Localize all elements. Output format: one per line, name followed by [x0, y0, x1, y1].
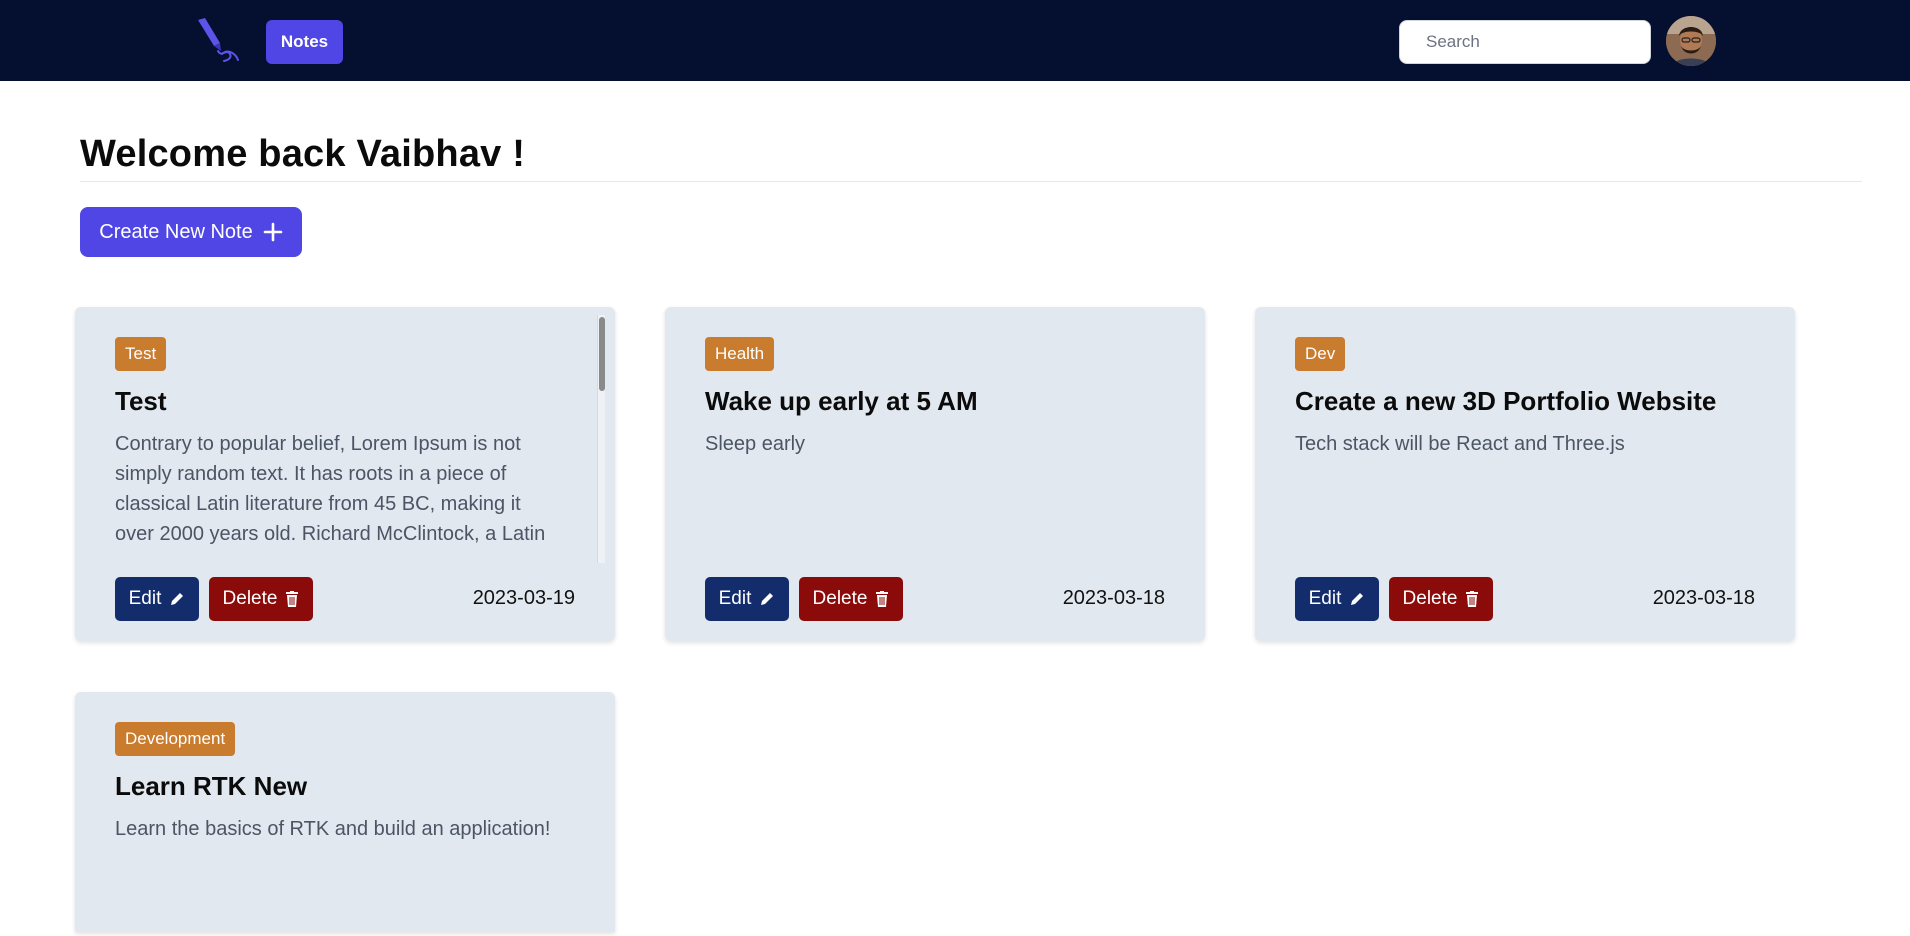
delete-label: Delete: [222, 588, 278, 609]
note-body: Learn the basics of RTK and build an app…: [115, 818, 551, 840]
delete-button[interactable]: Delete: [799, 577, 903, 621]
nav-notes-link[interactable]: Notes: [266, 20, 343, 64]
note-card: Development Learn RTK New Learn the basi…: [75, 692, 615, 932]
note-card: Health Wake up early at 5 AM Sleep early…: [665, 307, 1205, 641]
note-tag: Health: [705, 337, 775, 371]
trash-icon: [1465, 591, 1479, 607]
note-title: Create a new 3D Portfolio Website: [1295, 386, 1717, 416]
edit-label: Edit: [718, 588, 752, 609]
edit-button[interactable]: Edit: [115, 577, 199, 621]
edit-button[interactable]: Edit: [1295, 577, 1379, 621]
note-card: Dev Create a new 3D Portfolio Website Te…: [1255, 307, 1795, 641]
delete-button[interactable]: Delete: [209, 577, 313, 621]
divider: [80, 181, 1862, 182]
delete-label: Delete: [812, 588, 868, 609]
note-tag: Test: [115, 337, 167, 371]
pencil-icon: [1349, 591, 1365, 607]
scrollbar-thumb[interactable]: [599, 317, 605, 391]
edit-button[interactable]: Edit: [705, 577, 789, 621]
note-title: Learn RTK New: [115, 771, 308, 801]
pen-logo-icon[interactable]: [192, 18, 240, 64]
note-title: Wake up early at 5 AM: [705, 386, 978, 416]
edit-label: Edit: [1308, 588, 1342, 609]
plus-icon: [263, 222, 283, 242]
page-title: Welcome back Vaibhav !: [80, 133, 526, 175]
note-date: 2023-03-19: [472, 587, 575, 609]
navbar: Notes: [0, 0, 1910, 81]
search-input[interactable]: [1399, 20, 1651, 64]
note-body: Tech stack will be React and Three.js: [1295, 433, 1625, 455]
note-scrollbar[interactable]: [597, 315, 605, 563]
create-note-label: Create New Note: [99, 220, 253, 243]
pencil-icon: [759, 591, 775, 607]
trash-icon: [285, 591, 299, 607]
note-title: Test: [115, 386, 167, 416]
note-date: 2023-03-18: [1652, 587, 1755, 609]
delete-button[interactable]: Delete: [1389, 577, 1493, 621]
note-tag: Dev: [1295, 337, 1346, 371]
note-card: Test Test Contrary to popular belief, Lo…: [75, 307, 615, 641]
create-note-button[interactable]: Create New Note: [80, 207, 302, 257]
user-avatar[interactable]: [1666, 16, 1716, 66]
note-date: 2023-03-18: [1062, 587, 1165, 609]
pencil-icon: [169, 591, 185, 607]
note-body: Contrary to popular belief, Lorem Ipsum …: [115, 433, 546, 545]
note-tag: Development: [115, 722, 236, 756]
note-body: Sleep early: [705, 433, 806, 455]
edit-label: Edit: [128, 588, 162, 609]
trash-icon: [875, 591, 889, 607]
delete-label: Delete: [1402, 588, 1458, 609]
